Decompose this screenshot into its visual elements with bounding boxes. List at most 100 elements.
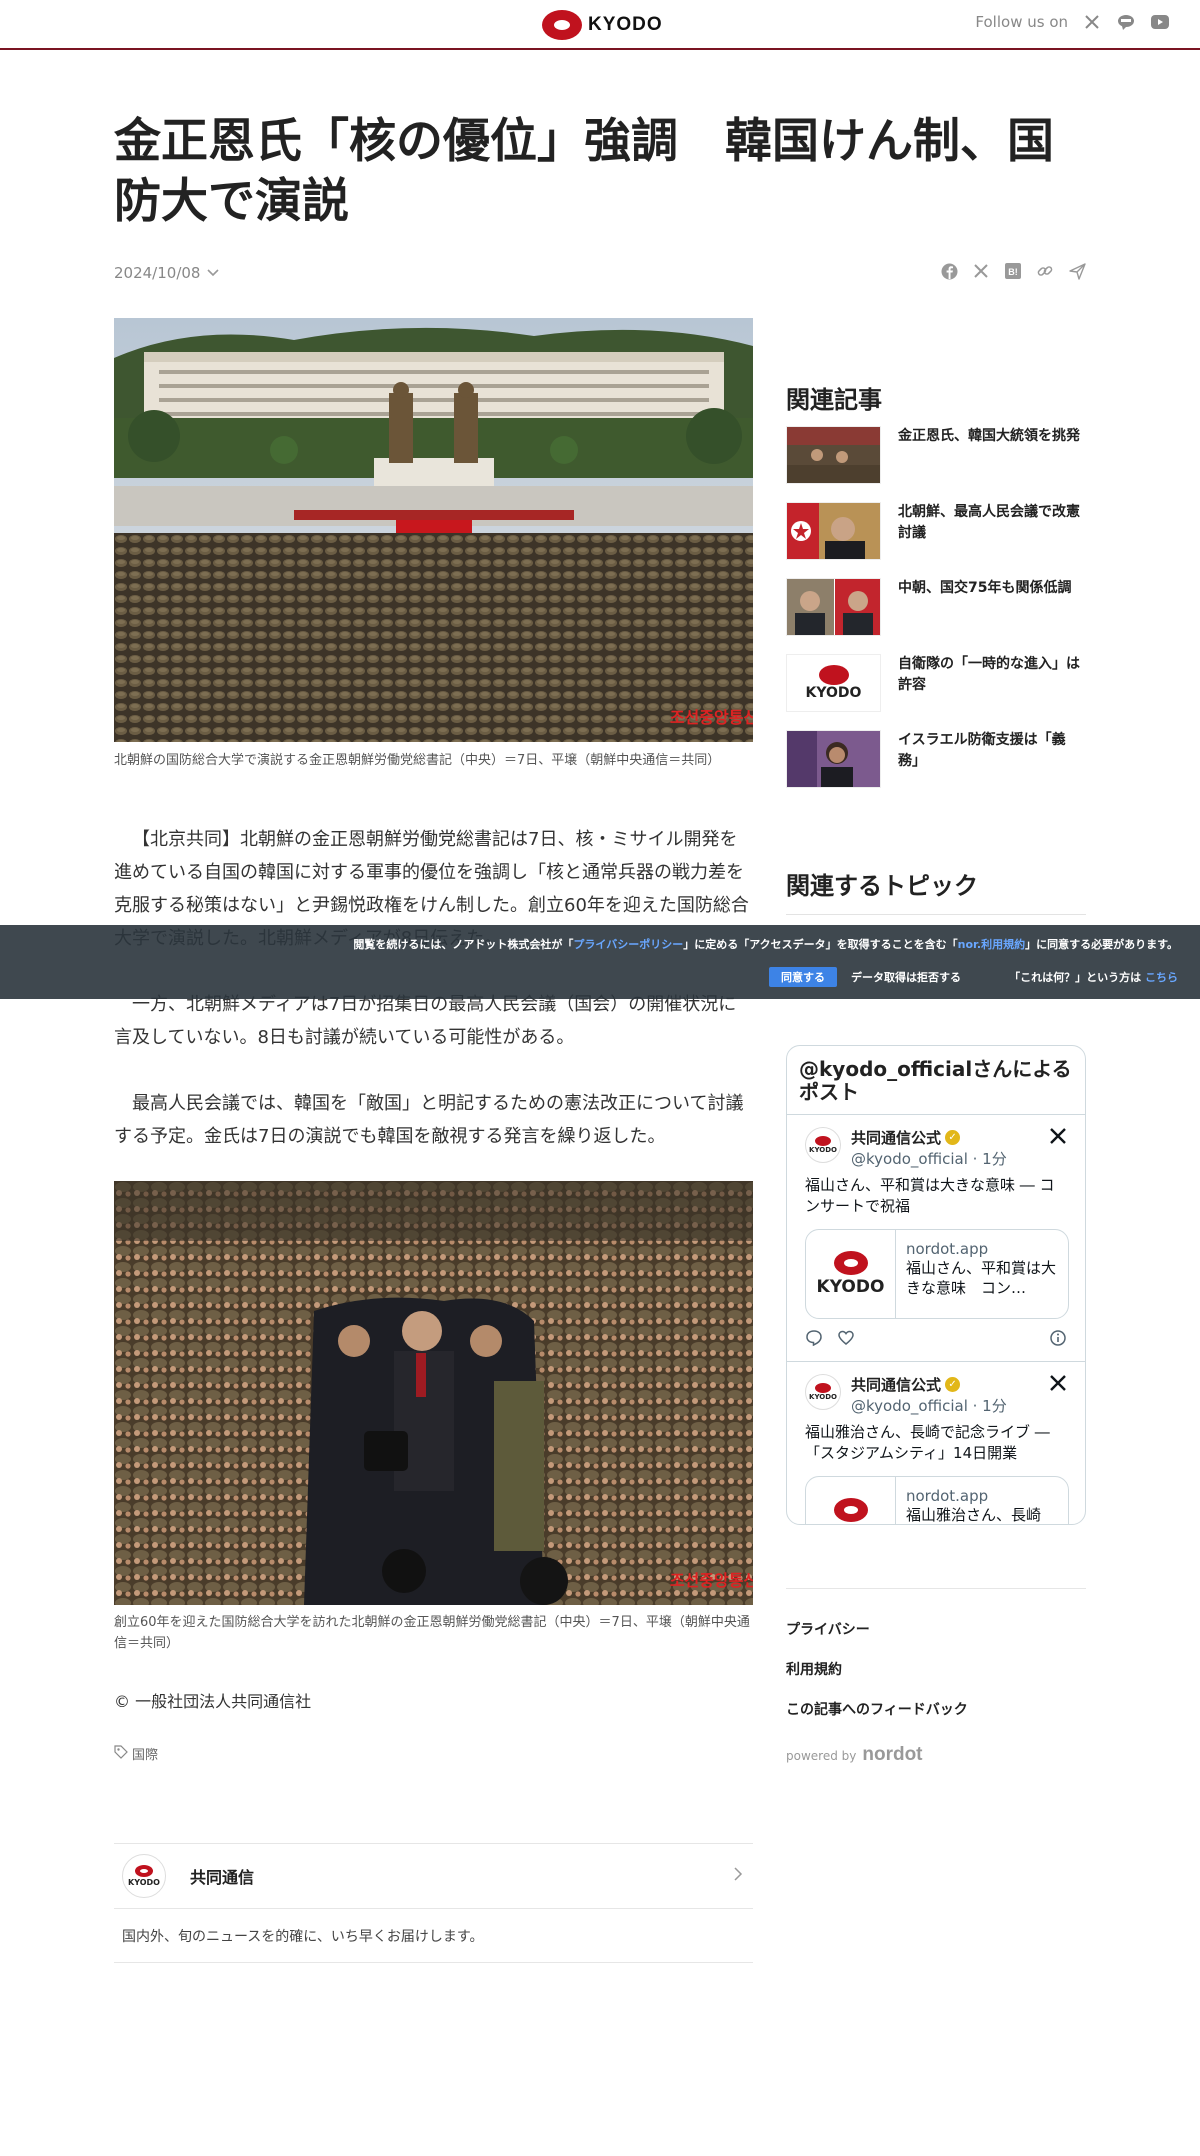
- like-icon[interactable]: [837, 1329, 855, 1351]
- consent-text: 」に同意する必要があります。: [1025, 938, 1178, 951]
- what-is-this-link[interactable]: こちら: [1145, 971, 1178, 984]
- related-articles-title: 関連記事: [786, 386, 882, 414]
- what-is-this: 「これは何？」という方は こちら: [1009, 969, 1178, 985]
- link-card-logo-text: KYODO: [816, 1277, 885, 1297]
- youtube-icon[interactable]: [1150, 12, 1170, 32]
- publisher-box: KYODO 共同通信 国内外、旬のニュースを的確に、いち早くお届けします。: [114, 1843, 753, 1963]
- related-article[interactable]: 北朝鮮、最高人民会議で改憲討議: [786, 502, 1086, 562]
- avatar[interactable]: KYODO: [805, 1127, 841, 1163]
- related-article[interactable]: イスラエル防衛支援は「義務」: [786, 730, 1086, 790]
- tweet-author-label: 共同通信公式: [851, 1376, 942, 1394]
- line-icon[interactable]: [1116, 12, 1136, 32]
- photo-2-caption: 創立60年を迎えた国防総合大学を訪れた北朝鮮の金正恩朝鮮労働党総書記（中央）＝7…: [114, 1615, 750, 1651]
- related-article-title: 中朝、国交75年も関係低調: [898, 580, 1072, 596]
- chevron-right-icon: [733, 1866, 743, 1886]
- avatar-logo-mark: [815, 1136, 831, 1146]
- what-is-this-text: 「これは何？」という方は: [1009, 971, 1142, 984]
- hatena-bookmark-icon[interactable]: B!: [1004, 262, 1022, 280]
- related-article-title: 自衛隊の「一時的な進入」は許容: [898, 656, 1080, 693]
- link-card-domain: nordot.app: [906, 1487, 989, 1505]
- x-icon[interactable]: [972, 262, 990, 280]
- related-article[interactable]: 中朝、国交75年も関係低調: [786, 578, 1086, 638]
- publisher-avatar-text: KYODO: [128, 1878, 160, 1887]
- verified-badge-icon: ✓: [945, 1377, 961, 1392]
- avatar-logo-mark: [815, 1383, 831, 1393]
- link-card-logo-text: KYODO: [817, 1524, 885, 1525]
- publisher-avatar: KYODO: [122, 1854, 166, 1898]
- avatar-text: KYODO: [809, 1393, 837, 1401]
- publisher-link[interactable]: KYODO 共同通信: [114, 1844, 753, 1909]
- tweet[interactable]: KYODO 共同通信公式 ✓ @kyodo_official · 1分 福山雅治…: [787, 1362, 1085, 1525]
- tweet-author-name[interactable]: 共同通信公式 ✓: [851, 1127, 1007, 1148]
- x-icon[interactable]: [1082, 12, 1102, 32]
- publisher-avatar-mark: [135, 1865, 153, 1877]
- feedback-link[interactable]: この記事へのフィードバック: [786, 1699, 1086, 1719]
- kyodo-logo-mark: [833, 1498, 868, 1522]
- tweet-author-name[interactable]: 共同通信公式 ✓: [851, 1374, 1007, 1395]
- article-date: 2024/10/08: [114, 264, 201, 282]
- info-icon[interactable]: [1049, 1329, 1067, 1351]
- verified-badge-icon: ✓: [945, 1130, 961, 1145]
- share-buttons: B!: [940, 262, 1086, 280]
- terms-link[interactable]: 利用規約: [786, 1659, 1086, 1679]
- related-article[interactable]: KYODO 自衛隊の「一時的な進入」は許容: [786, 654, 1086, 714]
- tag-icon: [114, 1744, 128, 1763]
- photo-1-caption: 北朝鮮の国防総合大学で演説する金正恩朝鮮労働党総書記（中央）＝7日、平壌（朝鮮中…: [114, 753, 721, 768]
- copy-link-icon[interactable]: [1036, 262, 1054, 280]
- photo-1-watermark: 조선중앙통신: [670, 708, 753, 727]
- kyodo-logo-mark: [818, 665, 849, 685]
- related-topics-title: 関連するトピック: [786, 872, 978, 900]
- kyodo-logo-mark: [542, 10, 582, 40]
- article-title: 金正恩氏「核の優位」強調 韓国けん制、国防大で演説: [114, 114, 1054, 229]
- link-card[interactable]: KYODO nordot.app 福山雅治さん、長崎: [805, 1476, 1069, 1525]
- publisher-description: 国内外、旬のニュースを的確に、いち早くお届けします。: [122, 1928, 484, 1945]
- x-icon[interactable]: [1049, 1127, 1067, 1149]
- x-icon[interactable]: [1049, 1374, 1067, 1396]
- facebook-icon[interactable]: [940, 262, 958, 280]
- tweet-text: 福山さん、平和賞は大きな意味 ― コンサートで祝福: [805, 1176, 1055, 1215]
- article-meta: 2024/10/08 B!: [114, 262, 1086, 286]
- avatar[interactable]: KYODO: [805, 1374, 841, 1410]
- x-timeline-embed: @kyodo_officialさんによるポスト KYODO 共同通信公式 ✓ @…: [786, 1045, 1086, 1525]
- chevron-down-icon[interactable]: [206, 262, 220, 286]
- x-embed-header: @kyodo_officialさんによるポスト: [787, 1046, 1085, 1115]
- privacy-link[interactable]: プライバシー: [786, 1619, 1086, 1639]
- send-icon[interactable]: [1068, 262, 1086, 280]
- agree-button[interactable]: 同意する: [769, 967, 837, 987]
- powered-by-label: powered by: [786, 1749, 857, 1763]
- follow-us-label: Follow us on: [975, 13, 1068, 31]
- tag-label: 国際: [132, 1748, 159, 1763]
- deny-data-link[interactable]: データ取得は拒否する: [851, 969, 961, 985]
- reply-icon[interactable]: [805, 1329, 823, 1351]
- consent-banner: 閲覧を続けるには、ノアドット株式会社が「プライバシーポリシー」に定める「アクセス…: [0, 925, 1200, 999]
- copyright: © 一般社団法人共同通信社: [114, 1692, 312, 1711]
- publisher-name: 共同通信: [190, 1868, 255, 1887]
- article-tag[interactable]: 国際: [114, 1744, 158, 1763]
- terms-of-use-link[interactable]: nor.利用規約: [958, 938, 1025, 951]
- kyodo-logo[interactable]: KYODO: [542, 8, 663, 42]
- article-photo-1: 조선중앙통신: [114, 318, 753, 742]
- link-card-domain: nordot.app: [906, 1240, 989, 1258]
- link-card-image: KYODO: [806, 1477, 896, 1525]
- link-card[interactable]: KYODO nordot.app 福山さん、平和賞は大きな意味 コン…: [805, 1229, 1069, 1319]
- related-article-title: 北朝鮮、最高人民会議で改憲討議: [898, 504, 1080, 541]
- related-articles-list: 金正恩氏、韓国大統領を挑発 北朝鮮、最高人民会議で改憲討議 中朝、国交75年も関…: [786, 426, 1086, 806]
- tweet[interactable]: KYODO 共同通信公式 ✓ @kyodo_official · 1分 福山さん…: [787, 1115, 1085, 1362]
- article-paragraph: 最高人民会議では、韓国を「敵国」と明記するための憲法改正について討議する予定。金…: [114, 1093, 744, 1147]
- powered-by-nordot[interactable]: powered by nordot: [786, 1744, 923, 1766]
- related-article-title: 金正恩氏、韓国大統領を挑発: [898, 428, 1080, 444]
- link-card-title: 福山さん、平和賞は大きな意味 コン…: [906, 1259, 1057, 1297]
- privacy-policy-link[interactable]: プライバシーポリシー: [573, 938, 683, 951]
- kyodo-logo-text: KYODO: [588, 14, 663, 35]
- article-body: 【北京共同】北朝鮮の金正恩朝鮮労働党総書記は7日、核・ミサイル開発を進めている自…: [114, 823, 753, 1186]
- related-article-title: イスラエル防衛支援は「義務」: [898, 732, 1066, 769]
- consent-text: 」に定める「アクセスデータ」を取得することを含む「: [683, 938, 958, 951]
- follow-us: Follow us on: [975, 12, 1170, 32]
- related-article[interactable]: 金正恩氏、韓国大統領を挑発: [786, 426, 1086, 486]
- related-article-thumbnail: [786, 730, 881, 788]
- article-photo-2: 조선중앙통신: [114, 1181, 753, 1605]
- link-card-image: KYODO: [806, 1230, 896, 1318]
- link-card-title: 福山雅治さん、長崎: [906, 1506, 1042, 1524]
- site-header: KYODO Follow us on: [0, 0, 1200, 50]
- consent-text: 閲覧を続けるには、ノアドット株式会社が「: [353, 938, 574, 951]
